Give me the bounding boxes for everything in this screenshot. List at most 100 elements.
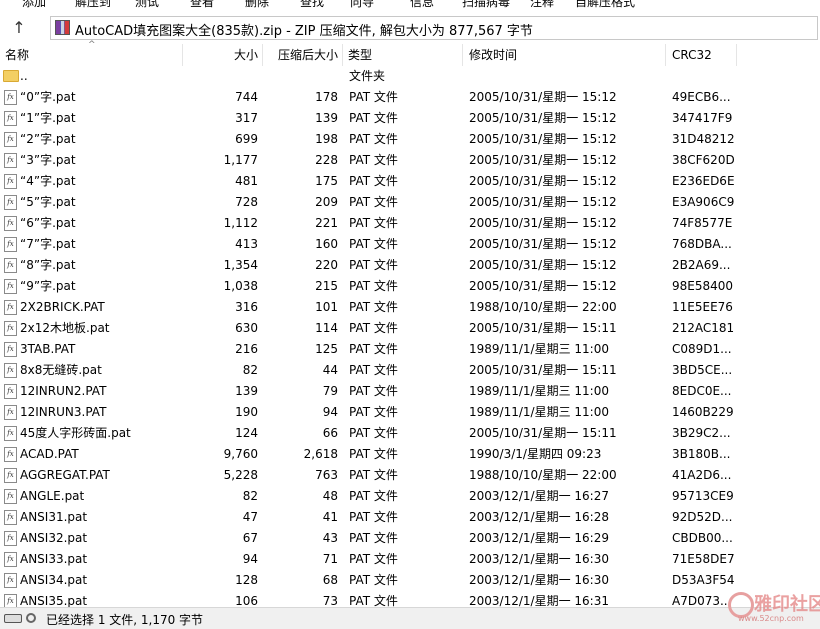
toolbar-button[interactable]: 添加	[22, 0, 46, 10]
cell-size: 128	[235, 573, 258, 587]
cell-size: 630	[235, 321, 258, 335]
cell-packed: 41	[322, 510, 338, 524]
cell-modified: 2003/12/1/星期一 16:31	[469, 594, 609, 607]
table-row[interactable]: fx 3TAB.PAT 216 125 PAT 文件 1989/11/1/星期三 11:0…	[0, 339, 820, 360]
cell-packed: 175	[315, 174, 338, 188]
cell-packed: 125	[315, 342, 338, 356]
cell-type: PAT 文件	[349, 363, 398, 377]
table-row[interactable]: fx ANSI32.pat 67 43 PAT 文件 2003/12/1/星期一 16:2…	[0, 528, 820, 549]
cell-size: 82	[242, 363, 258, 377]
zip-archive-icon	[55, 20, 70, 35]
toolbar-button[interactable]: 自解压格式	[575, 0, 635, 10]
table-row[interactable]: fx AGGREGAT.PAT 5,228 763 PAT 文件 1988/10/10/星…	[0, 465, 820, 486]
toolbar-button[interactable]: 删除	[245, 0, 269, 10]
pat-file-icon: fx	[4, 279, 17, 294]
cell-crc: 41A2D6...	[672, 468, 732, 482]
pat-file-icon: fx	[4, 258, 17, 273]
cell-type: PAT 文件	[349, 426, 398, 440]
cell-size: 139	[235, 384, 258, 398]
pat-file-icon: fx	[4, 426, 17, 441]
pat-file-icon: fx	[4, 531, 17, 546]
cell-modified	[469, 66, 664, 87]
column-crc32[interactable]: CRC32	[672, 44, 712, 66]
toolbar-button[interactable]: 测试	[135, 0, 159, 10]
cell-crc: CBDB00...	[672, 531, 733, 545]
table-row[interactable]: fx “0”字.pat 744 178 PAT 文件 2005/10/31/星期一 15:…	[0, 87, 820, 108]
cell-type: PAT 文件	[349, 132, 398, 146]
table-row[interactable]: fx “3”字.pat 1,177 228 PAT 文件 2005/10/31/星期一 1…	[0, 150, 820, 171]
cell-crc: 212AC181	[672, 321, 735, 335]
table-row[interactable]: fx 12INRUN2.PAT 139 79 PAT 文件 1989/11/1/星期三 1…	[0, 381, 820, 402]
cell-name: 12INRUN2.PAT	[20, 384, 107, 398]
toolbar-button[interactable]: 查看	[190, 0, 214, 10]
table-row[interactable]: .. 文件夹	[0, 66, 820, 87]
table-row[interactable]: fx 2x12木地板.pat 630 114 PAT 文件 2005/10/31/星期一 …	[0, 318, 820, 339]
table-row[interactable]: fx ANSI33.pat 94 71 PAT 文件 2003/12/1/星期一 16:3…	[0, 549, 820, 570]
table-row[interactable]: fx 2X2BRICK.PAT 316 101 PAT 文件 1988/10/10/星期一…	[0, 297, 820, 318]
table-row[interactable]: fx ANGLE.pat 82 48 PAT 文件 2003/12/1/星期一 16:27…	[0, 486, 820, 507]
cell-modified: 2005/10/31/星期一 15:12	[469, 132, 617, 146]
table-row[interactable]: fx “7”字.pat 413 160 PAT 文件 2005/10/31/星期一 15:…	[0, 234, 820, 255]
cell-crc: 768DBA...	[672, 237, 732, 251]
column-name[interactable]: 名称	[5, 44, 29, 66]
table-row[interactable]: fx ANSI34.pat 128 68 PAT 文件 2003/12/1/星期一 16:…	[0, 570, 820, 591]
toolbar-button[interactable]: 扫描病毒	[462, 0, 510, 10]
table-row[interactable]: fx 8x8无缝砖.pat 82 44 PAT 文件 2005/10/31/星期一 15:…	[0, 360, 820, 381]
cell-type: PAT 文件	[349, 195, 398, 209]
pat-file-icon: fx	[4, 342, 17, 357]
column-size[interactable]: 大小	[180, 44, 258, 66]
cell-modified: 2005/10/31/星期一 15:12	[469, 279, 617, 293]
cell-packed: 73	[322, 594, 338, 607]
toolbar-button[interactable]: 解压到	[75, 0, 111, 10]
toolbar-button[interactable]: 查找	[300, 0, 324, 10]
table-row[interactable]: fx ACAD.PAT 9,760 2,618 PAT 文件 1990/3/1/星期四 0…	[0, 444, 820, 465]
cell-modified: 2003/12/1/星期一 16:27	[469, 489, 609, 503]
cell-modified: 1990/3/1/星期四 09:23	[469, 447, 602, 461]
cell-size: 9,760	[223, 447, 258, 461]
cell-modified: 1988/10/10/星期一 22:00	[469, 300, 617, 314]
table-row[interactable]: fx “4”字.pat 481 175 PAT 文件 2005/10/31/星期一 15:…	[0, 171, 820, 192]
pat-file-icon: fx	[4, 594, 17, 607]
cell-crc: 2B2A69...	[672, 258, 731, 272]
table-row[interactable]: fx “5”字.pat 728 209 PAT 文件 2005/10/31/星期一 15:…	[0, 192, 820, 213]
cell-size: 699	[235, 132, 258, 146]
cell-packed: 114	[315, 321, 338, 335]
pat-file-icon: fx	[4, 153, 17, 168]
cell-modified: 2003/12/1/星期一 16:30	[469, 573, 609, 587]
table-row[interactable]: fx “8”字.pat 1,354 220 PAT 文件 2005/10/31/星期一 1…	[0, 255, 820, 276]
cell-name: 3TAB.PAT	[20, 342, 76, 356]
cell-size: 94	[242, 552, 258, 566]
table-row[interactable]: fx 45度人字形砖面.pat 124 66 PAT 文件 2005/10/31/星期一 …	[0, 423, 820, 444]
toolbar-button[interactable]: 信息	[410, 0, 434, 10]
cell-crc: 38CF620D	[672, 153, 735, 167]
table-row[interactable]: fx “9”字.pat 1,038 215 PAT 文件 2005/10/31/星期一 1…	[0, 276, 820, 297]
table-row[interactable]: fx ANSI31.pat 47 41 PAT 文件 2003/12/1/星期一 16:2…	[0, 507, 820, 528]
cell-crc	[672, 66, 772, 87]
address-field[interactable]: AutoCAD填充图案大全(835款).zip - ZIP 压缩文件, 解包大小…	[50, 16, 818, 40]
column-type[interactable]: 类型	[348, 44, 372, 66]
cell-crc: E236ED6E	[672, 174, 735, 188]
cell-crc: 8EDC0E...	[672, 384, 732, 398]
cell-packed: 198	[315, 132, 338, 146]
column-header: ^ 名称 大小 压缩后大小 类型 修改时间 CRC32	[0, 40, 820, 66]
toolbar-button[interactable]: 向导	[350, 0, 374, 10]
pat-file-icon: fx	[4, 468, 17, 483]
cell-size: 744	[235, 90, 258, 104]
column-packed-size[interactable]: 压缩后大小	[262, 44, 338, 66]
cell-crc: 31D48212	[672, 132, 735, 146]
pat-file-icon: fx	[4, 363, 17, 378]
table-row[interactable]: fx 12INRUN3.PAT 190 94 PAT 文件 1989/11/1/星期三 1…	[0, 402, 820, 423]
toolbar-button[interactable]: 注释	[530, 0, 554, 10]
cell-size: 413	[235, 237, 258, 251]
cell-size: 216	[235, 342, 258, 356]
cell-type: PAT 文件	[349, 90, 398, 104]
cell-type: PAT 文件	[349, 384, 398, 398]
table-row[interactable]: fx “2”字.pat 699 198 PAT 文件 2005/10/31/星期一 15:…	[0, 129, 820, 150]
table-row[interactable]: fx “6”字.pat 1,112 221 PAT 文件 2005/10/31/星期一 1…	[0, 213, 820, 234]
table-row[interactable]: fx “1”字.pat 317 139 PAT 文件 2005/10/31/星期一 15:…	[0, 108, 820, 129]
address-text: AutoCAD填充图案大全(835款).zip - ZIP 压缩文件, 解包大小…	[75, 24, 533, 39]
up-arrow-button[interactable]: ↑	[8, 18, 30, 38]
table-row[interactable]: fx ANSI35.pat 106 73 PAT 文件 2003/12/1/星期一 16:…	[0, 591, 820, 607]
column-modified[interactable]: 修改时间	[469, 44, 517, 66]
cell-packed: 228	[315, 153, 338, 167]
